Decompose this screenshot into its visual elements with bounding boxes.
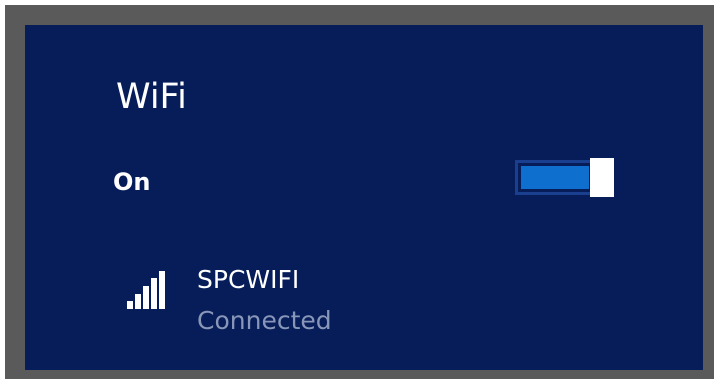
signal-strength-icon: [125, 269, 165, 309]
toggle-track: [515, 160, 595, 195]
network-item-spcwifi[interactable]: SPCWIFI Connected: [125, 263, 385, 343]
wifi-panel: WiFi On SPCWIFI Connected: [25, 25, 703, 370]
network-status: Connected: [197, 306, 332, 335]
network-name: SPCWIFI: [197, 265, 300, 294]
wifi-toggle-switch[interactable]: [515, 158, 614, 197]
toggle-fill: [521, 166, 589, 189]
window-frame: WiFi On SPCWIFI Connected: [3, 3, 716, 381]
panel-title: WiFi: [116, 77, 187, 117]
wifi-toggle-label: On: [113, 168, 151, 196]
toggle-thumb[interactable]: [590, 158, 614, 197]
